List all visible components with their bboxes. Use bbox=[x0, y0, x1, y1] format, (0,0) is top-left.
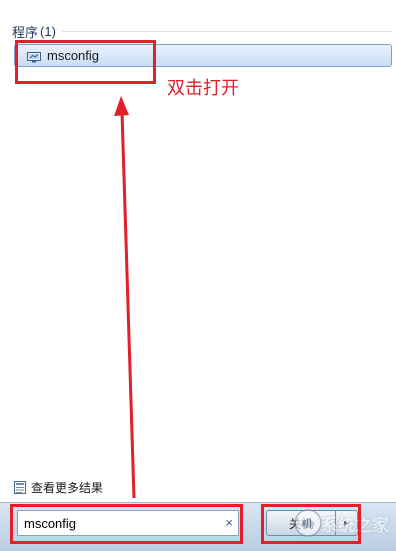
programs-section-header: 程序 (1) bbox=[12, 22, 392, 40]
annotation-highlight-search bbox=[10, 504, 243, 544]
see-more-results-link[interactable]: 查看更多结果 bbox=[14, 479, 103, 496]
section-count: (1) bbox=[40, 23, 56, 39]
see-more-label: 查看更多结果 bbox=[31, 481, 104, 495]
search-results-icon bbox=[14, 481, 26, 494]
annotation-highlight-result bbox=[15, 40, 156, 84]
section-title: 程序 bbox=[12, 24, 39, 40]
section-divider bbox=[61, 30, 392, 32]
annotation-instruction: 双击打开 bbox=[167, 78, 239, 99]
annotation-highlight-watermark bbox=[261, 504, 361, 544]
